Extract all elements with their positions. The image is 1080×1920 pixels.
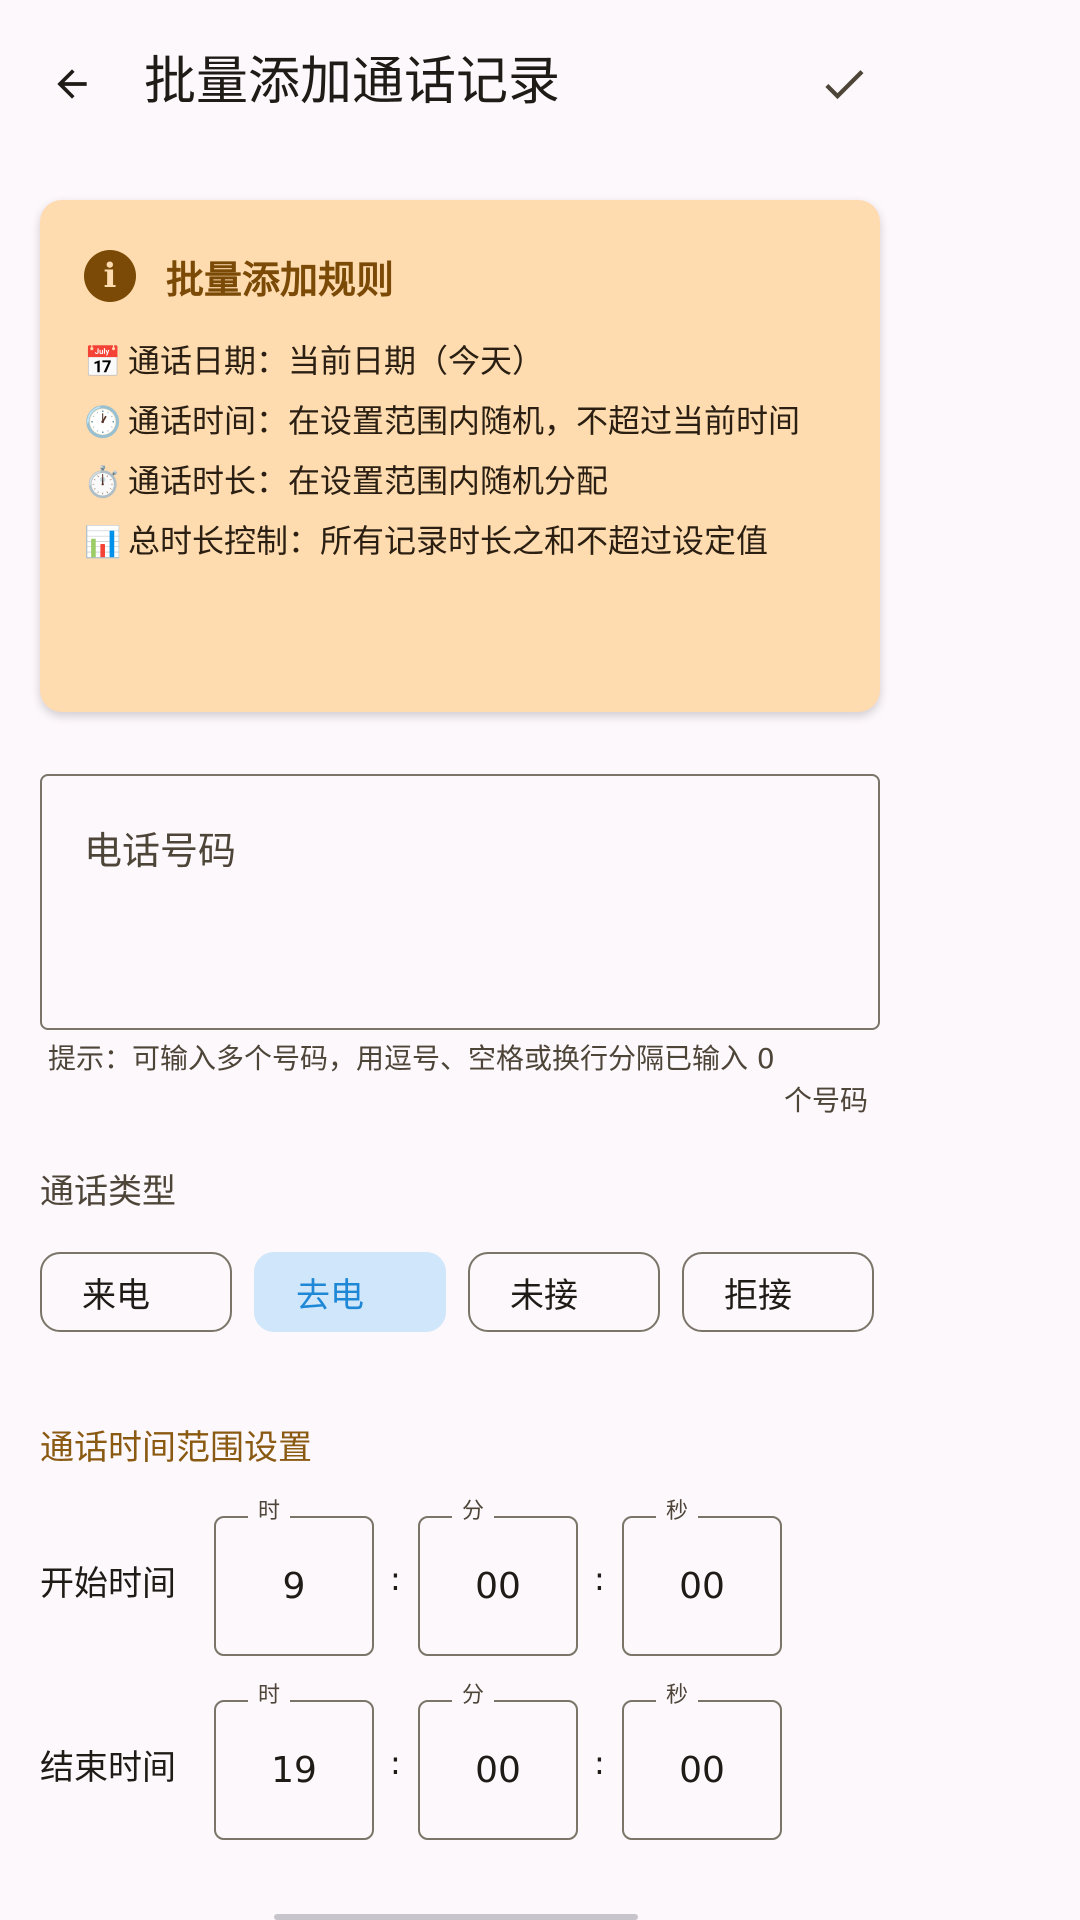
start-hour-value: 9 [282, 1565, 306, 1607]
rule-item: ⏱️ 通话时长：在设置范围内随机分配 [84, 456, 864, 508]
phone-hint: 提示：可输入多个号码，用逗号、空格或换行分隔已输入 0 个号码 [48, 1038, 868, 1122]
phone-count-label: 个号码 [783, 1084, 868, 1117]
end-hour-value: 19 [271, 1749, 317, 1791]
chip-outgoing[interactable]: 去电 [254, 1252, 446, 1332]
call-type-label: 通话类型 [40, 1172, 176, 1212]
time-separator: : [594, 1744, 605, 1782]
minute-label: 分 [452, 1498, 495, 1526]
time-separator: : [390, 1744, 401, 1782]
start-minute-input[interactable]: 分 00 [418, 1498, 578, 1656]
calendar-icon: 📅 [84, 345, 122, 380]
phone-number-input[interactable]: 电话号码 [40, 774, 880, 1030]
bar-chart-icon: 📊 [84, 525, 122, 560]
time-separator: : [390, 1560, 401, 1598]
rules-list: 📅 通话日期：当前日期（今天） 🕐 通话时间：在设置范围内随机，不超过当前时间 ⏱️… [84, 336, 864, 576]
end-time-label: 结束时间 [40, 1748, 176, 1788]
screen: 批量添加通话记录 i 批量添加规则 📅 通话日期：当前日期（今天） 🕐 通话时间：在… [0, 0, 880, 1920]
rule-text: 通话时间：在设置范围内随机，不超过当前时间 [128, 402, 801, 440]
rule-text: 通话时长：在设置范围内随机分配 [128, 462, 609, 500]
minute-label: 分 [452, 1682, 495, 1710]
confirm-button[interactable] [808, 48, 880, 120]
chip-incoming[interactable]: 来电 [40, 1252, 232, 1332]
stopwatch-icon: ⏱️ [84, 465, 122, 500]
rule-text: 总时长控制：所有记录时长之和不超过设定值 [128, 522, 769, 560]
start-hour-input[interactable]: 时 9 [214, 1498, 374, 1656]
start-second-value: 00 [679, 1565, 725, 1607]
end-second-input[interactable]: 秒 00 [622, 1682, 782, 1840]
end-second-value: 00 [679, 1749, 725, 1791]
start-second-input[interactable]: 秒 00 [622, 1498, 782, 1656]
rule-item: 🕐 通话时间：在设置范围内随机，不超过当前时间 [84, 396, 864, 448]
hour-label: 时 [248, 1498, 291, 1526]
second-label: 秒 [656, 1682, 699, 1710]
chip-rejected[interactable]: 拒接 [682, 1252, 874, 1332]
info-icon: i [84, 250, 136, 302]
chip-missed[interactable]: 未接 [468, 1252, 660, 1332]
app-bar: 批量添加通话记录 [0, 0, 880, 165]
start-minute-value: 00 [475, 1565, 521, 1607]
time-range-title: 通话时间范围设置 [40, 1428, 312, 1468]
rule-text: 通话日期：当前日期（今天） [128, 342, 545, 380]
end-hour-input[interactable]: 时 19 [214, 1682, 374, 1840]
rule-item: 📅 通话日期：当前日期（今天） [84, 336, 864, 388]
start-time-label: 开始时间 [40, 1564, 176, 1604]
scroll-indicator [274, 1914, 638, 1920]
arrow-back-icon [57, 69, 87, 99]
rules-card: i 批量添加规则 📅 通话日期：当前日期（今天） 🕐 通话时间：在设置范围内随机，不… [40, 200, 880, 712]
end-minute-input[interactable]: 分 00 [418, 1682, 578, 1840]
second-label: 秒 [656, 1498, 699, 1526]
hour-label: 时 [248, 1682, 291, 1710]
rules-header: i 批量添加规则 [84, 246, 394, 306]
rules-title: 批量添加规则 [166, 257, 395, 302]
end-minute-value: 00 [475, 1749, 521, 1791]
check-icon [825, 70, 864, 100]
rule-item: 📊 总时长控制：所有记录时长之和不超过设定值 [84, 516, 864, 568]
phone-hint-text: 提示：可输入多个号码，用逗号、空格或换行分隔已输入 0 [48, 1042, 775, 1075]
phone-number-placeholder: 电话号码 [84, 829, 237, 873]
page-title: 批量添加通话记录 [144, 52, 561, 112]
time-separator: : [594, 1560, 605, 1598]
back-button[interactable] [36, 48, 108, 120]
clock-icon: 🕐 [84, 405, 122, 440]
